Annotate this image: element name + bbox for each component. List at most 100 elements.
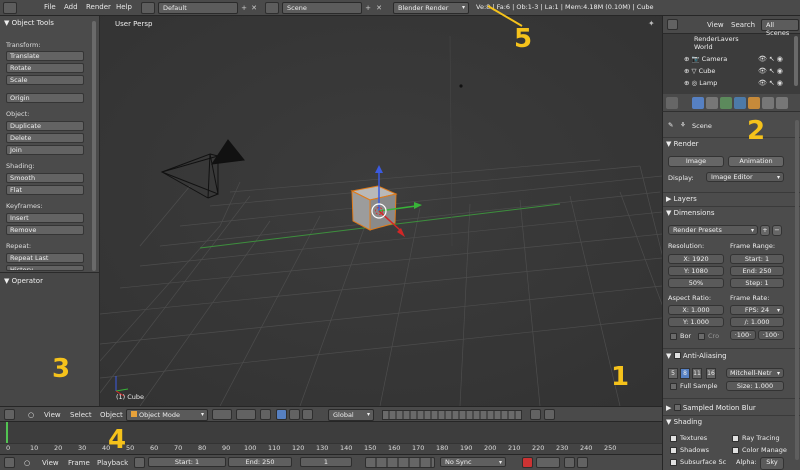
- screen-layout-field[interactable]: Default: [158, 2, 238, 14]
- keying-set-icon[interactable]: [536, 457, 560, 468]
- flat-button[interactable]: Flat: [6, 185, 84, 195]
- menu-object[interactable]: Object: [100, 411, 123, 419]
- editor-type-icon[interactable]: [4, 457, 15, 468]
- scene-add-icon[interactable]: +: [363, 2, 373, 14]
- menu-select[interactable]: Select: [70, 411, 92, 419]
- outliner-row-cube[interactable]: ⊕ ▽ Cube: [684, 67, 715, 75]
- preset-add-icon[interactable]: +: [760, 225, 770, 236]
- border-checkbox[interactable]: [670, 333, 677, 340]
- current-frame-field[interactable]: 1: [300, 457, 352, 467]
- render-panel-header[interactable]: ▼ Render: [666, 140, 699, 148]
- join-button[interactable]: Join: [6, 145, 84, 155]
- editor-type-icon[interactable]: [666, 97, 678, 109]
- orientation-select[interactable]: Global: [328, 409, 374, 421]
- layer-buttons[interactable]: [382, 410, 522, 420]
- manipulator-toggle-icon[interactable]: [260, 409, 271, 420]
- scene-field[interactable]: Scene: [282, 2, 362, 14]
- render-image-button[interactable]: Image: [668, 156, 724, 167]
- outliner-row-world[interactable]: World: [694, 43, 713, 51]
- outliner-scrollbar[interactable]: [794, 36, 798, 86]
- scene-icon[interactable]: [265, 2, 279, 14]
- render-preview-icon[interactable]: [544, 409, 555, 420]
- textures-checkbox[interactable]: [670, 435, 677, 442]
- visibility-icons[interactable]: 👁↖◉: [758, 79, 785, 87]
- render-presets-select[interactable]: Render Presets: [668, 225, 758, 235]
- aa-samples-5[interactable]: 5: [668, 368, 678, 379]
- fps-base-field[interactable]: /: 1.000: [730, 317, 784, 327]
- remove-keyframe-button[interactable]: Remove: [6, 225, 84, 235]
- full-sample-checkbox[interactable]: [670, 383, 677, 390]
- editor-type-icon[interactable]: [667, 19, 678, 30]
- fps-select[interactable]: FPS: 24: [730, 305, 784, 315]
- layout-add-icon[interactable]: +: [239, 2, 249, 14]
- menu-file[interactable]: File: [44, 3, 56, 11]
- 3d-viewport[interactable]: User Persp ✦ (1) Cube: [100, 16, 662, 406]
- render-layers-tab-icon[interactable]: [706, 97, 718, 109]
- alpha-select[interactable]: Sky: [760, 457, 784, 470]
- origin-button[interactable]: Origin: [6, 93, 84, 103]
- aspect-y-field[interactable]: Y: 1.000: [668, 317, 724, 327]
- timeline-menu-frame[interactable]: Frame: [68, 459, 90, 467]
- aa-filter-select[interactable]: Mitchell-Netr: [726, 368, 784, 378]
- repeat-last-button[interactable]: Repeat Last: [6, 253, 84, 263]
- outliner-row-lamp[interactable]: ⊕ ◎ Lamp: [684, 79, 717, 88]
- anti-aliasing-panel-header[interactable]: ▼ Anti-Aliasing: [666, 351, 727, 360]
- constraints-tab-icon[interactable]: [762, 97, 774, 109]
- shading-panel-header[interactable]: ▼ Shading: [666, 418, 702, 426]
- color-manage-checkbox[interactable]: [732, 447, 739, 454]
- frame-start-field[interactable]: Start: 1: [148, 457, 226, 467]
- object-tab-icon[interactable]: [748, 97, 760, 109]
- scene-close-icon[interactable]: ✕: [374, 2, 384, 14]
- aspect-x-field[interactable]: X: 1.000: [668, 305, 724, 315]
- viewport-shading-select[interactable]: [212, 409, 232, 420]
- layers-panel-header[interactable]: ▶ Layers: [666, 195, 697, 203]
- viewport-corner-icon[interactable]: ✦: [648, 19, 655, 28]
- menu-render[interactable]: Render: [86, 3, 111, 11]
- outliner-filter-select[interactable]: All Scenes: [761, 19, 799, 37]
- ray-tracing-checkbox[interactable]: [732, 435, 739, 442]
- shadows-checkbox[interactable]: [670, 447, 677, 454]
- world-tab-icon[interactable]: [734, 97, 746, 109]
- properties-scrollbar[interactable]: [795, 120, 799, 460]
- aa-size-field[interactable]: Size: 1.000: [726, 381, 784, 391]
- scale-button[interactable]: Scale: [6, 75, 84, 85]
- scene-tab-icon[interactable]: [720, 97, 732, 109]
- resolution-x-field[interactable]: X: 1920: [668, 254, 724, 264]
- layout-icon[interactable]: [141, 2, 155, 14]
- rotate-button[interactable]: Rotate: [6, 63, 84, 73]
- history-button[interactable]: History...: [6, 265, 84, 271]
- aa-samples-11[interactable]: 11: [692, 368, 702, 379]
- render-animation-button[interactable]: Animation: [728, 156, 784, 167]
- outliner-menu-search[interactable]: Search: [731, 21, 755, 29]
- preview-range-icon[interactable]: [134, 457, 145, 468]
- aa-samples-16[interactable]: 16: [706, 368, 716, 379]
- header-toggle-icon[interactable]: ○: [28, 411, 34, 419]
- visibility-icons[interactable]: 👁↖◉: [758, 55, 785, 63]
- sync-mode-select[interactable]: No Sync: [440, 457, 506, 467]
- frame-end-field[interactable]: End: 250: [228, 457, 292, 467]
- header-toggle-icon[interactable]: ○: [24, 459, 30, 467]
- playback-controls[interactable]: [365, 457, 435, 468]
- subsurface-checkbox[interactable]: [670, 459, 677, 466]
- render-tab-icon[interactable]: [692, 97, 704, 109]
- menu-help[interactable]: Help: [116, 3, 132, 11]
- tool-shelf-title[interactable]: ▼ Object Tools: [4, 19, 54, 27]
- frame-start-field[interactable]: Start: 1: [730, 254, 784, 264]
- editor-type-icon[interactable]: [4, 409, 15, 420]
- record-keyframe-button[interactable]: [522, 457, 533, 468]
- outliner-row-renderlayers[interactable]: RenderLayers: [694, 35, 739, 41]
- pivot-point-select[interactable]: [236, 409, 256, 420]
- dimensions-panel-header[interactable]: ▼ Dimensions: [666, 209, 714, 217]
- preset-remove-icon[interactable]: −: [772, 225, 782, 236]
- insert-keyframe-button[interactable]: Insert: [6, 213, 84, 223]
- operator-panel-header[interactable]: ▼ Operator: [4, 277, 43, 285]
- outliner-menu-view[interactable]: View: [707, 21, 724, 29]
- aa-samples-8[interactable]: 8: [680, 368, 690, 379]
- menu-view[interactable]: View: [44, 411, 61, 419]
- translate-manipulator-icon[interactable]: [276, 409, 287, 420]
- menu-add[interactable]: Add: [64, 3, 78, 11]
- resolution-percent-field[interactable]: 50%: [668, 278, 724, 288]
- frame-step-field[interactable]: Step: 1: [730, 278, 784, 288]
- modifiers-tab-icon[interactable]: [776, 97, 788, 109]
- timeline-menu-playback[interactable]: Playback: [97, 459, 128, 467]
